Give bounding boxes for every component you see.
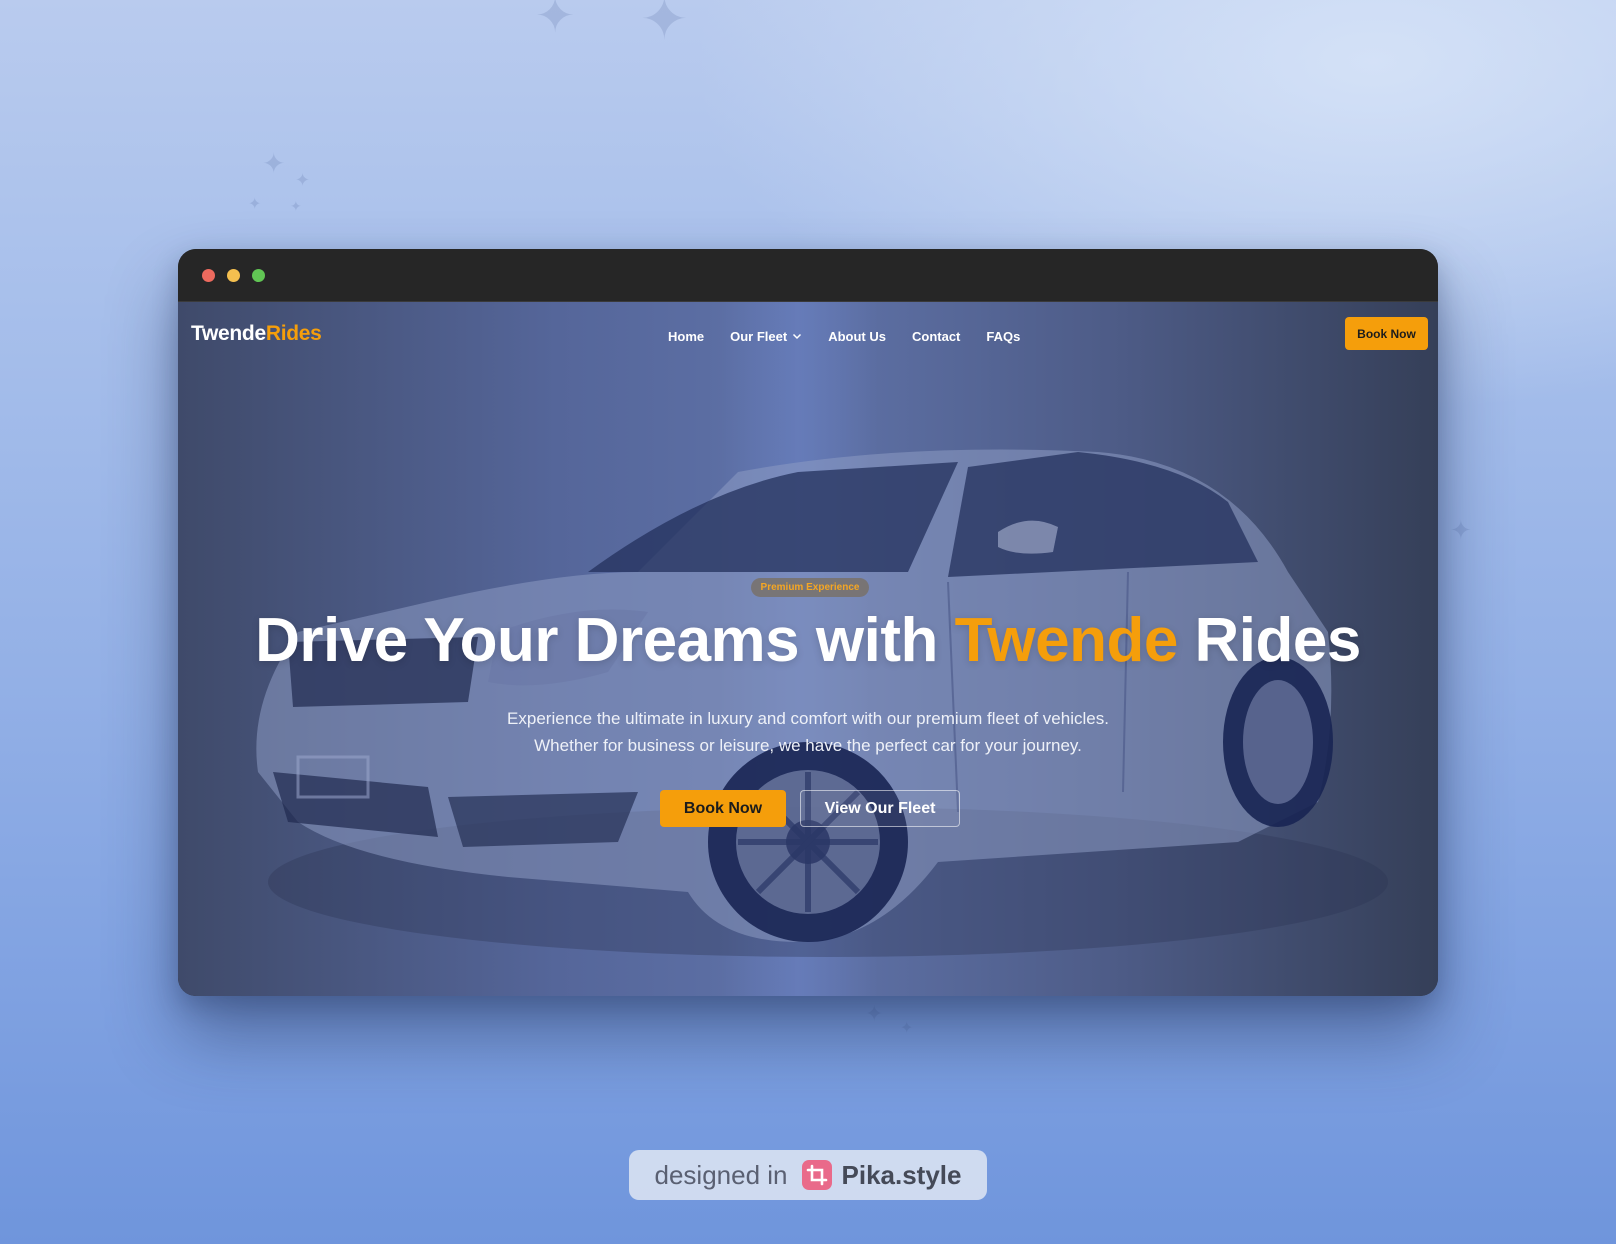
headline-highlight: Twende [954,606,1179,675]
sparkle-decoration: ✦ [640,0,689,53]
top-navigation: TwendeRides Home Our Fleet About Us Cont… [178,302,1438,368]
nav-book-now-button[interactable]: Book Now [1345,317,1428,350]
sparkle-decoration: ✦ [248,194,262,213]
close-window-button[interactable] [202,269,215,282]
sparkle-decoration: ✦ [535,0,576,44]
hero-book-now-button[interactable]: Book Now [660,790,786,827]
headline-text-end: Rides [1177,606,1362,675]
logo-text-accent: Rides [265,322,322,345]
hero-description-line: Whether for business or leisure, we have… [534,736,1082,755]
hero-section: TwendeRides Home Our Fleet About Us Cont… [178,302,1438,996]
nav-link-about-us[interactable]: About Us [828,329,886,344]
browser-window: TwendeRides Home Our Fleet About Us Cont… [178,249,1438,996]
nav-link-home[interactable]: Home [668,329,704,344]
nav-link-faqs[interactable]: FAQs [986,329,1020,344]
hero-description-line: Experience the ultimate in luxury and co… [507,709,1109,728]
headline-text: Drive Your Dreams with [255,606,955,675]
hero-description: Experience the ultimate in luxury and co… [408,705,1208,759]
watermark-text: designed in [654,1159,788,1190]
sparkle-decoration: ✦ [865,1002,884,1027]
view-fleet-button[interactable]: View Our Fleet [800,790,960,827]
chevron-down-icon [793,333,802,340]
pika-watermark[interactable]: designed in Pika.style [629,1150,987,1200]
sparkle-decoration: ✦ [900,1018,914,1037]
crop-icon [801,1160,832,1190]
nav-link-label: Our Fleet [730,328,788,344]
background-canvas: ✦ ✦ ✦ ✦ ✦ ✦ ✦ ✦ ✦ TwendeRides Home Our F… [0,0,1616,1244]
nav-link-our-fleet[interactable]: Our Fleet [730,329,802,344]
hero-headline: Drive Your Dreams with Twende Rides [178,605,1438,676]
brand-logo[interactable]: TwendeRides [191,322,322,346]
minimize-window-button[interactable] [227,269,240,282]
nav-link-contact[interactable]: Contact [912,329,960,344]
sparkle-decoration: ✦ [1450,516,1472,546]
sparkle-decoration: ✦ [290,199,302,215]
maximize-window-button[interactable] [252,269,265,282]
window-titlebar [178,249,1438,302]
premium-badge: Premium Experience [751,578,869,597]
watermark-brand: Pika.style [841,1159,962,1190]
logo-text-primary: Twende [191,322,266,345]
sparkle-decoration: ✦ [295,170,311,191]
nav-menu: Home Our Fleet About Us Contact FAQs [668,327,1020,345]
sparkle-decoration: ✦ [262,147,286,180]
